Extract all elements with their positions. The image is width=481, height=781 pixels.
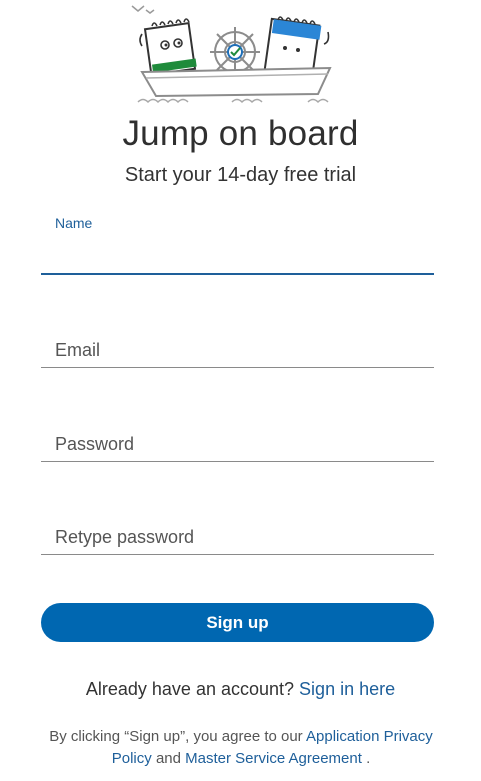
terms-conjunction: and xyxy=(155,750,181,767)
email-field-group xyxy=(41,334,434,368)
sign-up-button[interactable]: Sign up xyxy=(41,603,434,642)
terms-notice: By clicking “Sign up”, you agree to our … xyxy=(36,726,446,770)
birds-icon xyxy=(131,5,155,14)
terms-suffix: . xyxy=(366,750,371,767)
boat-hull-icon xyxy=(140,66,332,98)
password-field-group xyxy=(41,428,434,462)
sign-in-prompt: Already have an account? Sign in here xyxy=(0,679,481,700)
sign-in-prompt-text: Already have an account? xyxy=(85,679,295,699)
terms-prefix: By clicking “Sign up”, you agree to our xyxy=(49,728,303,745)
name-label: Name xyxy=(55,215,93,231)
password-input[interactable] xyxy=(41,428,434,462)
name-input[interactable] xyxy=(41,241,434,275)
retype-password-field-group xyxy=(41,521,434,555)
name-field-group: Name xyxy=(41,215,434,275)
retype-password-input[interactable] xyxy=(41,521,434,555)
green-notebook-character-icon xyxy=(139,18,197,76)
waves-icon xyxy=(137,98,329,104)
master-service-agreement-link[interactable]: Master Service Agreement xyxy=(185,750,362,767)
page-title: Jump on board xyxy=(122,114,359,153)
sign-in-link[interactable]: Sign in here xyxy=(299,679,395,699)
email-input[interactable] xyxy=(41,334,434,368)
page-subtitle: Start your 14-day free trial xyxy=(124,164,357,186)
boat-illustration xyxy=(131,5,332,104)
